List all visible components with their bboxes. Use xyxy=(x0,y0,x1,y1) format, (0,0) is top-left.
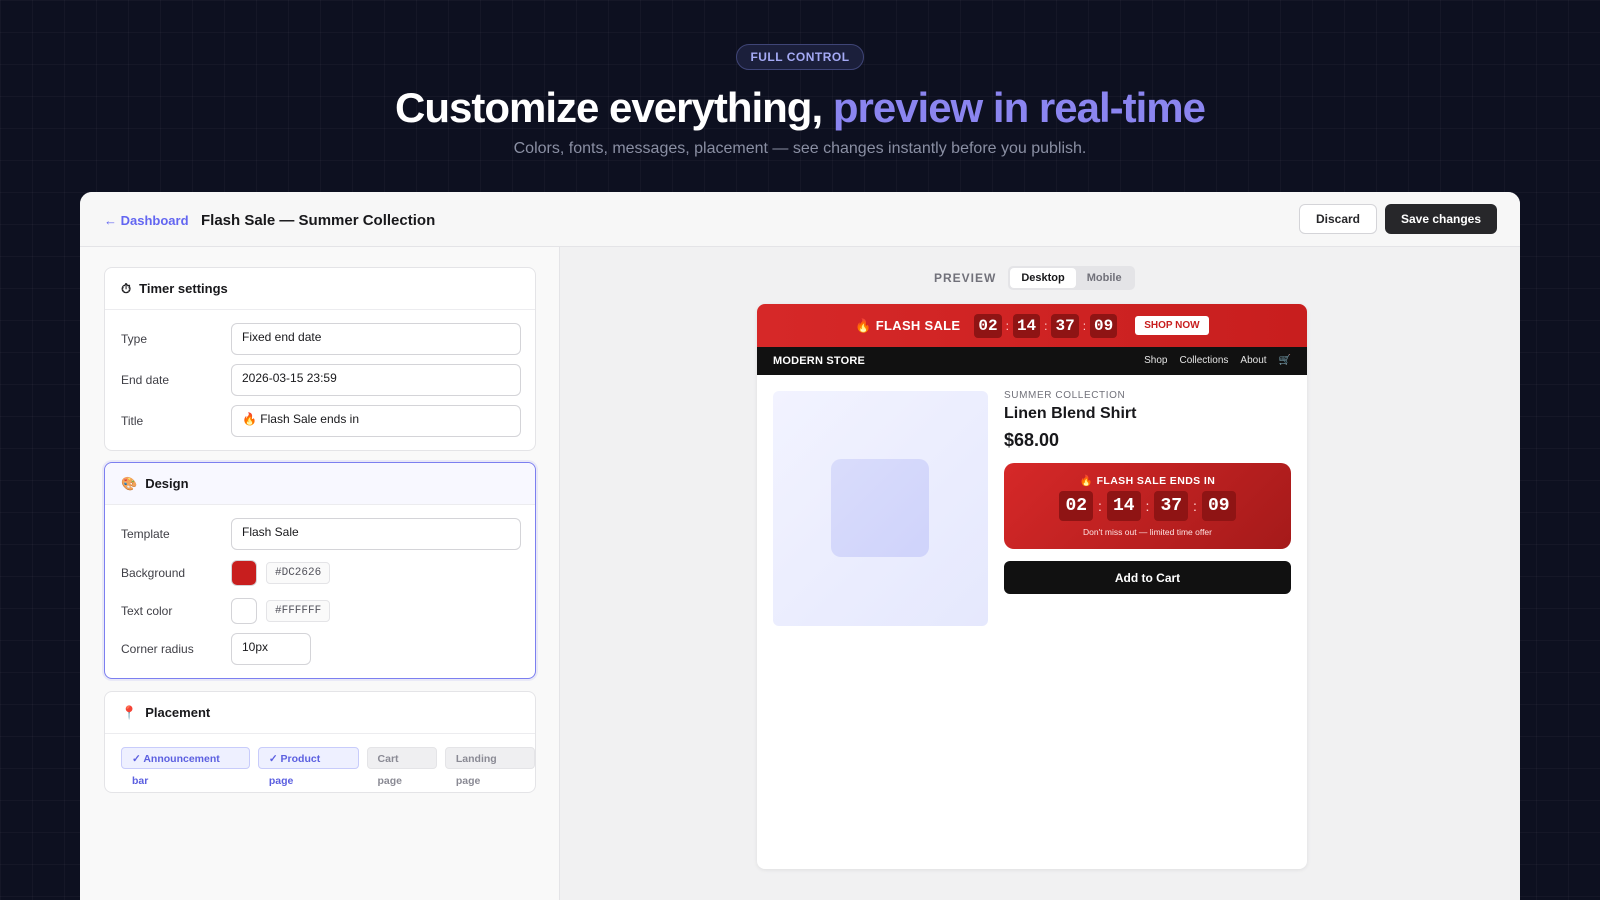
discard-button[interactable]: Discard xyxy=(1299,204,1377,234)
text-color-row: Text color #FFFFFF xyxy=(121,595,521,627)
product-image-placeholder xyxy=(831,459,929,557)
design-title: Design xyxy=(145,476,189,491)
timer-minutes: 14 xyxy=(1106,491,1141,521)
title-input[interactable]: 🔥 Flash Sale ends in xyxy=(231,405,521,437)
colon: : xyxy=(1193,498,1197,514)
headline-main: Customize everything, xyxy=(395,84,823,131)
type-label: Type xyxy=(121,332,148,346)
template-select[interactable]: Flash Sale xyxy=(231,518,521,550)
end-date-label: End date xyxy=(121,373,170,387)
product-collection: SUMMER COLLECTION xyxy=(1004,390,1126,401)
stopwatch-icon: ⏱ xyxy=(121,280,132,296)
colon: : xyxy=(1098,498,1102,514)
nav-collections[interactable]: Collections xyxy=(1179,355,1228,366)
colon: : xyxy=(1044,318,1048,333)
end-date-input[interactable]: 2026-03-15 23:59 xyxy=(231,364,521,396)
timer-seconds: 37 xyxy=(1154,491,1189,521)
preview-label: PREVIEW xyxy=(934,271,997,285)
colon: : xyxy=(1005,318,1009,333)
editor-window: ← Dashboard Flash Sale — Summer Collecti… xyxy=(80,192,1520,900)
product-timer-widget: 🔥 FLASH SALE ENDS IN 02 : 14 : 37 : 09 D… xyxy=(1004,463,1291,549)
announce-frames: 09 xyxy=(1090,313,1118,338)
hero-subline: Colors, fonts, messages, placement — see… xyxy=(513,140,1087,157)
timer-widget-title: 🔥 FLASH SALE ENDS IN xyxy=(1079,475,1216,487)
placement-chips: ✓ Announcement bar ✓ Product page Cart p… xyxy=(121,747,536,787)
pin-icon: 📍 xyxy=(121,704,138,720)
background-label: Background xyxy=(121,566,186,580)
announce-minutes: 14 xyxy=(1012,313,1041,338)
save-changes-button[interactable]: Save changes xyxy=(1385,204,1497,234)
colon: : xyxy=(1082,318,1087,333)
announcement-bar: 🔥 FLASH SALE 02 : 14 : 37 : 09 SHOP NOW xyxy=(757,304,1307,347)
store-preview: 🔥 FLASH SALE 02 : 14 : 37 : 09 SHOP NOW … xyxy=(757,304,1307,869)
hero-headline: Customize everything, preview in real-ti… xyxy=(0,84,1600,132)
text-color-label: Text color xyxy=(121,604,173,618)
corner-radius-input[interactable]: 10px xyxy=(231,633,311,665)
store-links: Shop Collections About 🛒 xyxy=(1144,355,1291,366)
announce-seconds: 37 xyxy=(1051,313,1079,338)
cart-icon[interactable]: 🛒 xyxy=(1279,355,1291,366)
background-row: Background #DC2626 xyxy=(121,557,521,589)
editor-topbar: ← Dashboard Flash Sale — Summer Collecti… xyxy=(80,192,1520,247)
background-color-swatch[interactable] xyxy=(231,560,257,586)
palette-icon: 🎨 xyxy=(121,475,138,491)
text-color-swatch[interactable] xyxy=(231,598,257,624)
timer-settings-card: ⏱ Timer settings Type Fixed end date End… xyxy=(104,267,536,451)
tab-mobile[interactable]: Mobile xyxy=(1076,268,1133,288)
store-nav: MODERN STORE Shop Collections About 🛒 xyxy=(757,347,1307,375)
preview-panel: PREVIEW Desktop Mobile 🔥 FLASH SALE 02 :… xyxy=(560,247,1520,900)
product-name: Linen Blend Shirt xyxy=(1004,405,1137,422)
template-row: Template Flash Sale xyxy=(121,518,521,550)
template-label: Template xyxy=(121,527,170,541)
timer-settings-title: Timer settings xyxy=(139,281,228,296)
timer-widget-subtitle: Don't miss out — limited time offer xyxy=(1082,527,1212,537)
background-hex-input[interactable]: #DC2626 xyxy=(266,562,331,584)
timer-settings-header[interactable]: ⏱ Timer settings xyxy=(105,268,535,310)
title-row: Title 🔥 Flash Sale ends in xyxy=(121,405,521,437)
corner-radius-row: Corner radius 10px xyxy=(121,633,521,665)
timer-widget-digits: 02 : 14 : 37 : 09 xyxy=(1004,491,1291,521)
design-header[interactable]: 🎨 Design xyxy=(105,463,535,505)
title-label: Title xyxy=(121,414,144,428)
placement-header[interactable]: 📍 Placement xyxy=(105,692,535,734)
type-select[interactable]: Fixed end date xyxy=(231,323,521,355)
nav-about[interactable]: About xyxy=(1240,355,1266,366)
design-card: 🎨 Design Template Flash Sale Background … xyxy=(104,462,536,679)
product-price: $68.00 xyxy=(1004,430,1060,450)
full-control-badge: FULL CONTROL xyxy=(736,44,864,70)
preview-toolbar: PREVIEW Desktop Mobile xyxy=(934,266,1135,290)
device-toggle: Desktop Mobile xyxy=(1008,266,1135,290)
type-row: Type Fixed end date xyxy=(121,323,521,355)
headline-accent: preview in real-time xyxy=(832,84,1206,131)
chip-cart-page[interactable]: Cart page xyxy=(366,747,437,787)
announcement-title: 🔥 FLASH SALE xyxy=(855,317,961,333)
chip-landing-page[interactable]: Landing page xyxy=(444,747,536,787)
shop-now-button[interactable]: SHOP NOW xyxy=(1135,316,1209,335)
back-to-dashboard-link[interactable]: ← Dashboard xyxy=(104,213,189,228)
store-brand[interactable]: MODERN STORE xyxy=(773,355,865,367)
campaign-title: Flash Sale — Summer Collection xyxy=(201,212,436,229)
corner-radius-label: Corner radius xyxy=(121,642,194,656)
placement-title: Placement xyxy=(145,705,211,720)
nav-shop[interactable]: Shop xyxy=(1144,355,1167,366)
tab-desktop[interactable]: Desktop xyxy=(1010,268,1076,288)
settings-panel: ⏱ Timer settings Type Fixed end date End… xyxy=(80,247,560,900)
add-to-cart-button[interactable]: Add to Cart xyxy=(1004,561,1291,594)
announce-hours: 02 xyxy=(974,313,1002,338)
timer-hours: 02 xyxy=(1059,491,1094,521)
placement-card: 📍 Placement ✓ Announcement bar ✓ Product… xyxy=(104,691,536,793)
end-date-row: End date 2026-03-15 23:59 xyxy=(121,364,521,396)
product-image xyxy=(773,391,988,626)
colon: : xyxy=(1145,498,1150,514)
timer-frames: 09 xyxy=(1201,491,1236,521)
text-color-hex-input[interactable]: #FFFFFF xyxy=(266,600,331,622)
chip-announcement-bar[interactable]: ✓ Announcement bar xyxy=(121,747,250,787)
chip-product-page[interactable]: ✓ Product page xyxy=(257,747,359,787)
